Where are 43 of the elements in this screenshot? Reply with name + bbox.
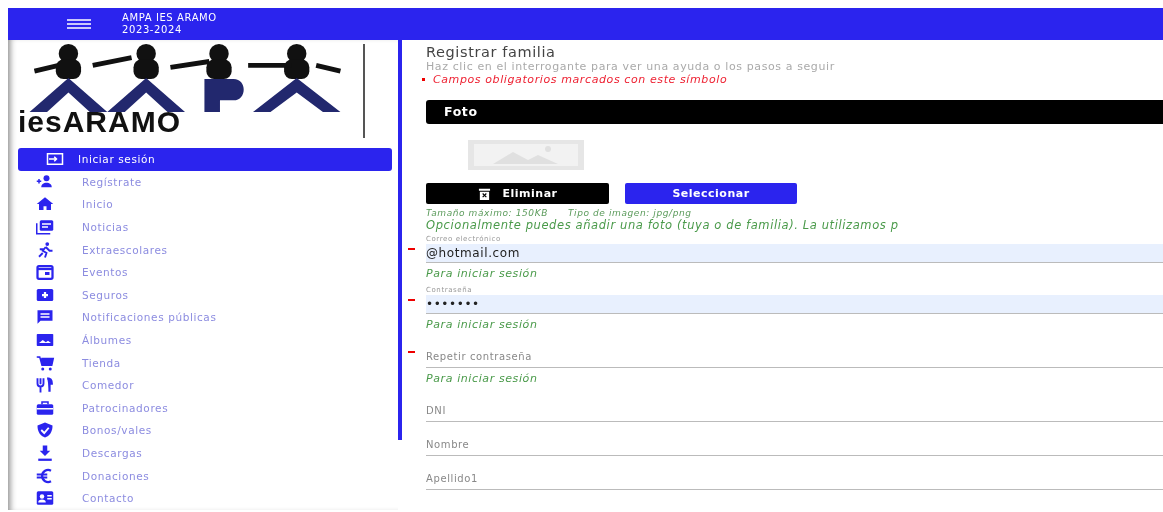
sidebar-item[interactable]: Contacto: [18, 486, 392, 510]
sidebar-item[interactable]: Patrocinadores: [18, 396, 392, 420]
section-header: Foto: [426, 100, 1163, 124]
input-field[interactable]: Nombre: [426, 422, 1163, 456]
newspaper-icon: [34, 218, 56, 237]
field-hint: Para iniciar sesión: [426, 371, 539, 387]
help-text: Haz clic en el interrogante para ver una ayuda o los pasos a seguir: [426, 60, 836, 73]
sidebar-item[interactable]: Iniciar sesión: [18, 148, 392, 171]
input-field[interactable]: DNI: [426, 388, 1163, 422]
contact-card-icon: [34, 489, 56, 508]
image-type-text: Tipo de imagen: jpg/png: [567, 208, 692, 218]
sidebar-item[interactable]: Álbumes: [18, 328, 392, 352]
input-field[interactable]: Repetir contraseña: [426, 334, 1163, 368]
sidebar-item[interactable]: Inicio: [18, 193, 392, 216]
site-title: AMPA IES ARAMO: [122, 12, 217, 24]
menu-icon[interactable]: [66, 18, 92, 30]
delete-button[interactable]: Eliminar: [426, 183, 609, 204]
sidebar-item[interactable]: Bonos/vales: [18, 419, 392, 442]
briefcase-icon: [34, 398, 56, 417]
sidebar-item[interactable]: Seguros: [18, 283, 392, 307]
school-year: 2023-2024: [122, 24, 183, 36]
field-hint: Para iniciar sesión: [426, 317, 539, 333]
sidebar-item[interactable]: Extraescolares: [18, 238, 392, 261]
select-button[interactable]: Seleccionar: [625, 183, 797, 204]
trash-icon: [477, 187, 491, 200]
image-placeholder-icon: [468, 140, 584, 170]
sidebar-item[interactable]: Tienda: [18, 351, 392, 374]
photo-note: Opcionalmente puedes añadir una foto (tuya o de familia). La utilizamos p: [426, 218, 900, 232]
sidebar-item[interactable]: Donaciones: [18, 464, 392, 487]
sidebar-item[interactable]: Notificaciones públicas: [18, 306, 392, 329]
size-limit-text: Tamaño máximo: 150KB: [426, 208, 548, 218]
logo-text: iesARAMO: [18, 110, 183, 134]
sidebar-item[interactable]: Comedor: [18, 373, 392, 397]
field-hint: Para iniciar sesión: [426, 266, 539, 282]
sidebar-item[interactable]: Regístrate: [18, 170, 392, 194]
cutlery-icon: [34, 376, 56, 395]
sidebar-item[interactable]: Eventos: [18, 260, 392, 284]
input-field[interactable]: Apellido1: [426, 456, 1163, 490]
cart-icon: [34, 353, 56, 372]
sidebar-item[interactable]: Noticias: [18, 215, 392, 239]
page-title: Registrar familia: [426, 44, 557, 60]
calendar-icon: [34, 263, 56, 282]
sidebar-item[interactable]: Descargas: [18, 441, 392, 465]
